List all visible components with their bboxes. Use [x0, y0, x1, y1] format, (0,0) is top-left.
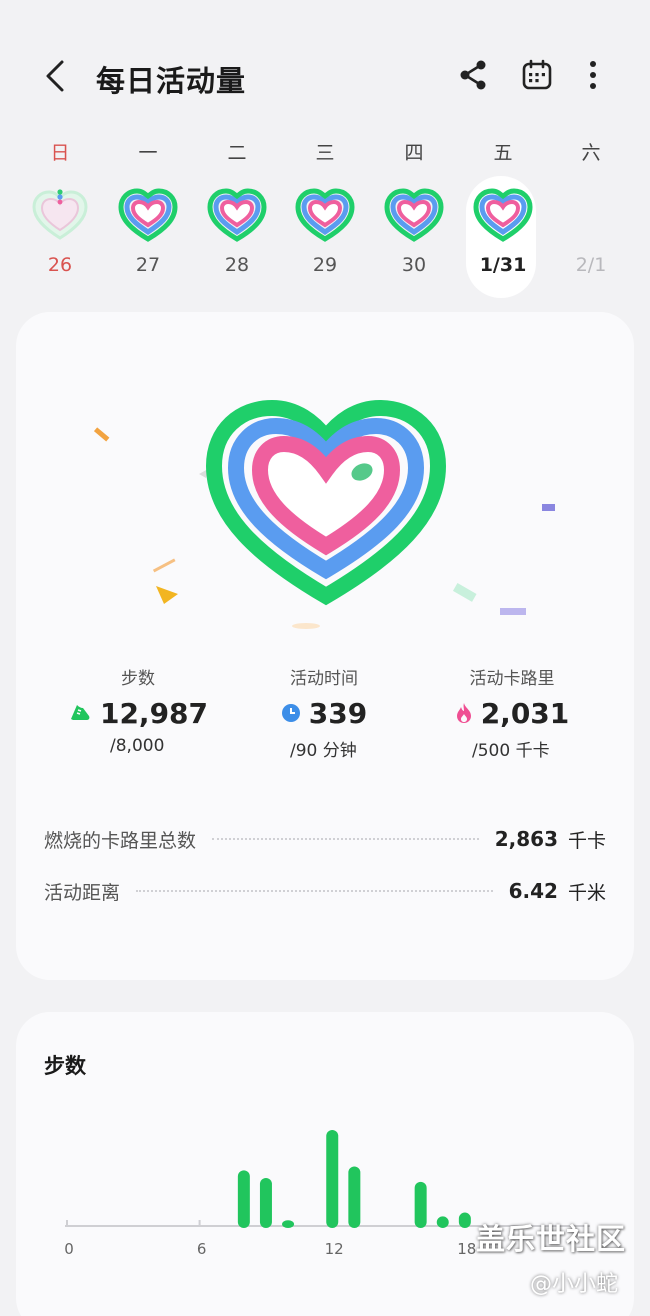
active-time-goal: /90 分钟	[290, 741, 357, 761]
day-date: 28	[224, 254, 250, 276]
dotted-leader	[212, 838, 479, 840]
day-saturday[interactable]: 六 2/1	[552, 138, 630, 298]
daily-activity-card: 步数 12,987 /8,000 活动时间 339 /90 分钟 活动卡路里 2…	[16, 312, 634, 980]
activity-heart-icon	[473, 188, 533, 242]
day-name: 日	[50, 142, 70, 164]
activity-rings-heart-icon	[206, 400, 446, 606]
day-date: 29	[312, 254, 338, 276]
distance-unit: 千米	[567, 881, 606, 904]
active-time-value: 339	[308, 696, 368, 730]
calendar-icon	[522, 59, 552, 90]
share-button[interactable]	[456, 58, 490, 92]
stat-label: 步数	[121, 669, 155, 689]
steps-bar-hour-13	[348, 1166, 361, 1228]
x-tick-label: 0	[64, 1240, 74, 1258]
steps-bar-hour-17	[436, 1216, 449, 1228]
calendar-button[interactable]	[520, 58, 554, 92]
x-tick-label: 18	[457, 1240, 476, 1258]
empty-heart-placeholder	[561, 188, 621, 244]
distance-label: 活动距离	[44, 881, 121, 904]
stat-label: 活动卡路里	[469, 669, 555, 689]
day-name: 一	[138, 142, 158, 164]
x-tick-label: 12	[325, 1240, 344, 1258]
back-button[interactable]	[38, 54, 74, 98]
steps-bar-hour-16	[414, 1181, 427, 1228]
day-name: 六	[581, 142, 601, 164]
shoe-icon	[70, 705, 90, 720]
stat-label: 活动时间	[290, 669, 358, 689]
active-calories-value: 2,031	[480, 696, 570, 730]
watermark-author: @小小蛇	[530, 1272, 619, 1297]
active-time-stat[interactable]: 活动时间 339 /90 分钟	[224, 664, 424, 761]
day-date: 27	[135, 254, 161, 276]
steps-bar-hour-10	[282, 1220, 295, 1228]
day-name: 五	[493, 142, 513, 164]
page-title: 每日活动量	[96, 64, 247, 98]
week-selector: 日 26 一 27 二 28 三 29 四 30 五 1/31 六 2/1	[0, 138, 650, 298]
steps-goal: /8,000	[110, 736, 165, 756]
total-calories-label: 燃烧的卡路里总数	[44, 829, 197, 852]
activity-heart-faded-icon	[32, 189, 88, 240]
activity-heart-icon	[384, 188, 444, 242]
day-name: 三	[315, 142, 335, 164]
distance-value: 6.42	[508, 879, 558, 903]
active-calories-goal: /500 千卡	[472, 741, 550, 761]
day-friday-selected[interactable]: 五 1/31	[464, 138, 542, 298]
day-monday[interactable]: 一 27	[109, 138, 187, 298]
activity-heart-icon	[207, 188, 267, 242]
day-date: 30	[401, 254, 427, 276]
day-date: 2/1	[575, 254, 607, 276]
active-calories-stat[interactable]: 活动卡路里 2,031 /500 千卡	[412, 664, 612, 761]
total-calories-value: 2,863	[494, 827, 558, 851]
day-sunday[interactable]: 日 26	[21, 138, 99, 298]
day-date: 1/31	[479, 254, 527, 276]
dotted-leader	[136, 890, 493, 892]
top-app-bar: 每日活动量	[0, 40, 650, 116]
chevron-left-icon	[46, 60, 64, 92]
steps-bar-hour-8	[237, 1170, 250, 1228]
distance-row: 活动距离 6.42 千米	[44, 874, 606, 908]
share-icon	[460, 60, 486, 90]
watermark-text: 盖乐世社区	[476, 1222, 627, 1256]
more-vertical-icon	[590, 61, 596, 89]
steps-stat[interactable]: 步数 12,987 /8,000	[38, 664, 238, 756]
clock-icon	[281, 704, 300, 722]
activity-heart-icon	[118, 188, 178, 242]
day-name: 四	[404, 142, 424, 164]
total-calories-unit: 千卡	[567, 829, 606, 852]
steps-section-title: 步数	[44, 1054, 86, 1078]
day-tuesday[interactable]: 二 28	[198, 138, 276, 298]
flame-icon	[456, 703, 471, 723]
total-calories-row: 燃烧的卡路里总数 2,863 千卡	[44, 822, 606, 856]
x-tick-label: 6	[197, 1240, 207, 1258]
steps-value: 12,987	[99, 696, 209, 730]
steps-bar-hour-12	[326, 1130, 339, 1228]
day-wednesday[interactable]: 三 29	[286, 138, 364, 298]
more-button[interactable]	[578, 58, 612, 92]
day-thursday[interactable]: 四 30	[375, 138, 453, 298]
activity-heart-icon	[295, 188, 355, 242]
steps-bar-hour-9	[259, 1178, 272, 1228]
steps-bar-hour-18	[458, 1212, 471, 1228]
day-date: 26	[47, 254, 73, 276]
day-name: 二	[227, 142, 247, 164]
